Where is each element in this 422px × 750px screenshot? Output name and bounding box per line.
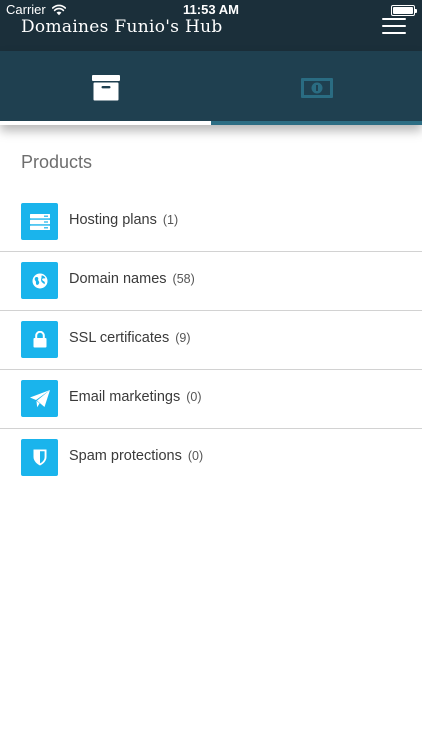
hamburger-menu-icon[interactable] [382, 18, 406, 35]
product-icon-tile [21, 439, 58, 476]
money-bill-icon [300, 78, 333, 98]
page-title: Domaines Funio's Hub [21, 17, 223, 37]
product-label-row: Spam protections (0) [69, 448, 203, 464]
product-icon-tile [21, 321, 58, 358]
product-label: Email marketings [69, 389, 181, 405]
product-label: SSL certificates [69, 330, 170, 346]
product-label-row: Hosting plans (1) [69, 212, 178, 228]
product-icon-tile [21, 203, 58, 240]
tab-products[interactable] [0, 51, 211, 125]
list-item-ssl-certificates[interactable]: SSL certificates (9) [0, 311, 422, 370]
list-item-hosting-plans[interactable]: Hosting plans (1) [0, 193, 422, 252]
list-item-domain-names[interactable]: Domain names (58) [0, 252, 422, 311]
product-label: Spam protections [69, 448, 182, 464]
product-icon-tile [21, 380, 58, 417]
globe-icon [32, 273, 47, 288]
product-count: (0) [187, 449, 204, 463]
product-count: (9) [175, 331, 191, 345]
tab-bar [0, 51, 422, 125]
shield-icon [33, 449, 46, 466]
list-item-email-marketings[interactable]: Email marketings (0) [0, 370, 422, 429]
tab-indicator [0, 121, 211, 125]
product-label-row: Domain names (58) [69, 271, 195, 287]
product-label: Hosting plans [69, 212, 157, 228]
product-label-row: Email marketings (0) [69, 389, 202, 405]
product-label-row: SSL certificates (9) [69, 330, 191, 346]
product-count: (1) [162, 213, 179, 227]
archive-box-icon [91, 75, 120, 101]
server-icon [29, 213, 50, 230]
section-title: Products [21, 152, 93, 172]
tab-indicator [211, 121, 422, 125]
list-item-spam-protections[interactable]: Spam protections (0) [0, 429, 422, 488]
product-label: Domain names [69, 271, 167, 287]
paper-plane-icon [29, 389, 50, 407]
battery-icon [391, 5, 417, 16]
tab-billing[interactable] [211, 51, 422, 125]
product-icon-tile [21, 262, 58, 299]
product-count: (0) [186, 390, 202, 404]
app-header: Carrier 11:53 AM Domaines Funio's Hub [0, 0, 422, 51]
product-list: Hosting plans (1) Domain names (58) SSL … [0, 193, 422, 488]
product-count: (58) [172, 272, 195, 286]
lock-icon [33, 331, 46, 348]
